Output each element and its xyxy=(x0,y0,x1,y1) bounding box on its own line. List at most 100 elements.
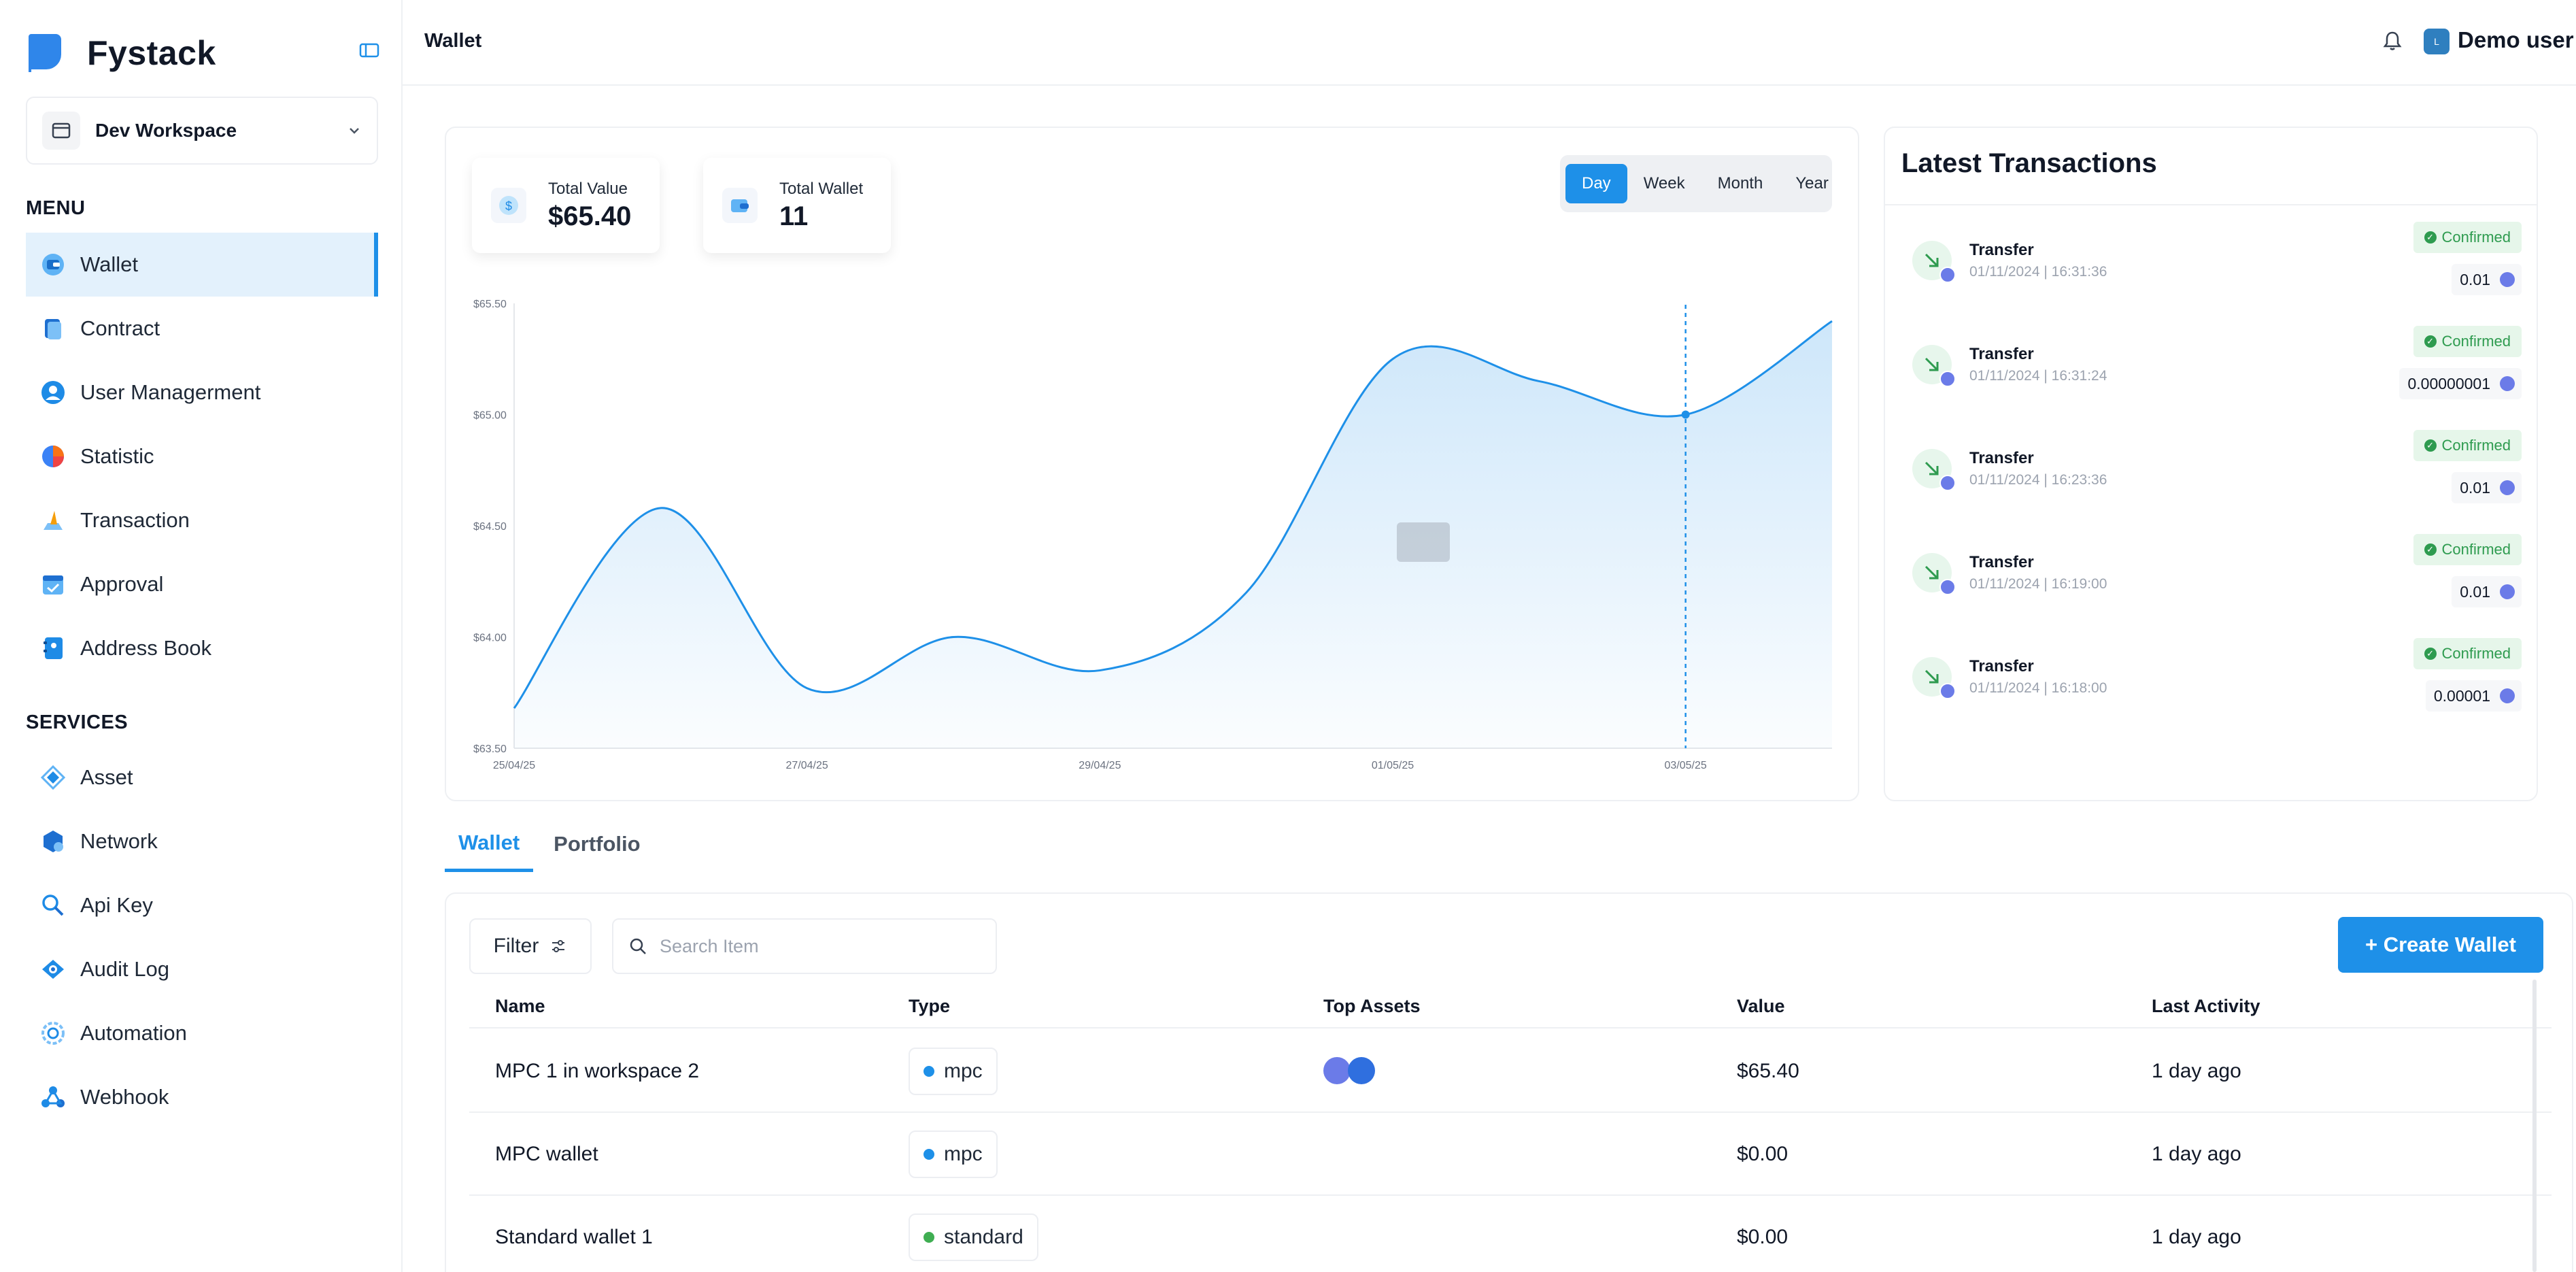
eth-coin-icon xyxy=(1939,267,1956,283)
transaction-icon xyxy=(39,507,67,534)
wallet-table-card: Filter + Create Wallet Name Type Top Ass… xyxy=(445,892,2573,1272)
period-week-button[interactable]: Week xyxy=(1627,164,1701,203)
sidebar-item-label: User Managerment xyxy=(80,380,261,404)
period-year-button[interactable]: Year xyxy=(1779,164,1845,203)
sidebar-item-approval[interactable]: Approval xyxy=(26,552,378,616)
amount-value: 0.01 xyxy=(2460,582,2490,601)
total-value-stat: $ Total Value $65.40 xyxy=(472,158,660,253)
create-wallet-button[interactable]: + Create Wallet xyxy=(2338,917,2543,973)
wallet-icon xyxy=(722,188,758,223)
avatar[interactable]: L xyxy=(2424,29,2450,54)
eth-coin-icon xyxy=(2500,688,2515,703)
period-month-button[interactable]: Month xyxy=(1701,164,1780,203)
sidebar-item-contract[interactable]: Contract xyxy=(26,297,378,361)
transaction-row[interactable]: Transfer 01/11/2024 | 16:31:36 ✓ Confirmed 0… xyxy=(1912,219,2522,307)
status-badge: ✓ Confirmed xyxy=(2413,326,2522,357)
chart-tooltip xyxy=(1397,522,1450,562)
sidebar-item-network[interactable]: Network xyxy=(26,809,378,873)
area-fill xyxy=(514,321,1832,748)
transaction-row[interactable]: Transfer 01/11/2024 | 16:23:36 ✓ Confirmed 0… xyxy=(1912,427,2522,516)
sidebar-item-api-key[interactable]: Api Key xyxy=(26,873,378,937)
column-header-type[interactable]: Type xyxy=(909,996,950,1017)
transaction-row[interactable]: Transfer 01/11/2024 | 16:18:00 ✓ Confirmed 0… xyxy=(1912,635,2522,724)
sidebar-item-asset[interactable]: Asset xyxy=(26,746,378,809)
wallet-value: $0.00 xyxy=(1737,1143,1789,1165)
sidebar-item-statistic[interactable]: Statistic xyxy=(26,424,378,488)
check-circle-icon: ✓ xyxy=(2424,439,2437,452)
transaction-row[interactable]: Transfer 01/11/2024 | 16:19:00 ✓ Confirmed 0… xyxy=(1912,531,2522,620)
table-row[interactable]: MPC wallet mpc $0.00 1 day ago xyxy=(446,1113,2575,1196)
x-tick-label: 25/04/25 xyxy=(493,760,535,771)
amount-value: 0.01 xyxy=(2460,270,2490,288)
sidebar-collapse-icon[interactable] xyxy=(359,42,379,58)
x-tick-label: 29/04/25 xyxy=(1079,760,1121,771)
status-badge: ✓ Confirmed xyxy=(2413,534,2522,565)
audit-log-icon xyxy=(39,956,67,983)
sidebar-item-audit-log[interactable]: Audit Log xyxy=(26,937,378,1001)
sidebar-item-address-book[interactable]: Address Book xyxy=(26,616,378,680)
network-icon xyxy=(39,828,67,855)
table-row[interactable]: MPC 1 in workspace 2 mpc $65.40 1 day ago xyxy=(446,1030,2575,1113)
brand[interactable]: Fystack xyxy=(26,29,216,78)
notification-bell-icon[interactable] xyxy=(2380,29,2405,53)
transaction-name: Transfer xyxy=(1969,553,2034,571)
transaction-amount: 0.01 xyxy=(2452,576,2522,607)
svg-text:$: $ xyxy=(505,199,512,213)
transaction-name: Transfer xyxy=(1969,449,2034,467)
column-header-name[interactable]: Name xyxy=(495,996,545,1017)
tab-portfolio[interactable]: Portfolio xyxy=(540,816,654,872)
workspace-icon xyxy=(42,112,80,150)
column-header-last-activity[interactable]: Last Activity xyxy=(2152,996,2260,1017)
filter-button[interactable]: Filter xyxy=(469,918,592,974)
sidebar-item-user-management[interactable]: User Managerment xyxy=(26,361,378,424)
eth-coin-icon xyxy=(1323,1057,1351,1084)
wallet-type-badge: mpc xyxy=(909,1131,998,1178)
table-row[interactable]: Standard wallet 1 standard $0.00 1 day ago xyxy=(446,1196,2575,1272)
divider xyxy=(1885,204,2537,205)
search-input[interactable] xyxy=(660,935,986,957)
wallet-tabs: Wallet Portfolio xyxy=(445,816,661,872)
period-day-button[interactable]: Day xyxy=(1565,164,1627,203)
eth-coin-icon xyxy=(1939,371,1956,387)
wallet-name[interactable]: MPC wallet xyxy=(495,1143,598,1166)
transaction-row[interactable]: Transfer 01/11/2024 | 16:31:24 ✓ Confirmed 0… xyxy=(1912,323,2522,412)
wallet-name[interactable]: Standard wallet 1 xyxy=(495,1226,653,1249)
sidebar-item-webhook[interactable]: Webhook xyxy=(26,1065,378,1129)
sidebar-item-transaction[interactable]: Transaction xyxy=(26,488,378,552)
sidebar-item-wallet[interactable]: Wallet xyxy=(26,233,378,297)
column-header-top-assets[interactable]: Top Assets xyxy=(1323,996,1421,1017)
sidebar-item-label: Api Key xyxy=(80,893,153,917)
sidebar-item-automation[interactable]: Automation xyxy=(26,1001,378,1065)
sidebar-item-label: Asset xyxy=(80,765,133,789)
transaction-name: Transfer xyxy=(1969,657,2034,675)
workspace-selector[interactable]: Dev Workspace xyxy=(26,97,378,165)
status-text: Confirmed xyxy=(2441,541,2511,558)
search-icon xyxy=(630,938,646,954)
sidebar-item-label: Transaction xyxy=(80,508,190,532)
services-section-label: SERVICES xyxy=(26,712,129,733)
column-header-value[interactable]: Value xyxy=(1737,996,1785,1017)
divider xyxy=(469,1027,2552,1028)
sidebar-item-label: Contract xyxy=(80,316,160,340)
sidebar-item-label: Statistic xyxy=(80,444,154,468)
x-tick-label: 27/04/25 xyxy=(786,760,828,771)
user-icon xyxy=(39,379,67,406)
wallet-type: standard xyxy=(944,1226,1023,1248)
top-header: Wallet L Demo user xyxy=(403,0,2576,86)
status-text: Confirmed xyxy=(2441,229,2511,246)
tab-wallet[interactable]: Wallet xyxy=(445,816,534,872)
table-scrollbar[interactable] xyxy=(2532,980,2537,1272)
transaction-time: 01/11/2024 | 16:18:00 xyxy=(1969,680,2107,696)
y-tick-label: $63.50 xyxy=(473,743,507,755)
wallet-type: mpc xyxy=(944,1143,983,1165)
user-name[interactable]: Demo user xyxy=(2458,27,2574,53)
address-book-icon xyxy=(39,635,67,662)
wallet-name[interactable]: MPC 1 in workspace 2 xyxy=(495,1060,699,1083)
search-field xyxy=(612,918,997,974)
check-circle-icon: ✓ xyxy=(2424,648,2437,660)
total-wallet: 11 xyxy=(779,201,809,231)
amount-value: 0.01 xyxy=(2460,478,2490,497)
transaction-name: Transfer xyxy=(1969,241,2034,259)
sidebar-item-label: Audit Log xyxy=(80,957,169,981)
total-wallet-stat: Total Wallet 11 xyxy=(703,158,891,253)
